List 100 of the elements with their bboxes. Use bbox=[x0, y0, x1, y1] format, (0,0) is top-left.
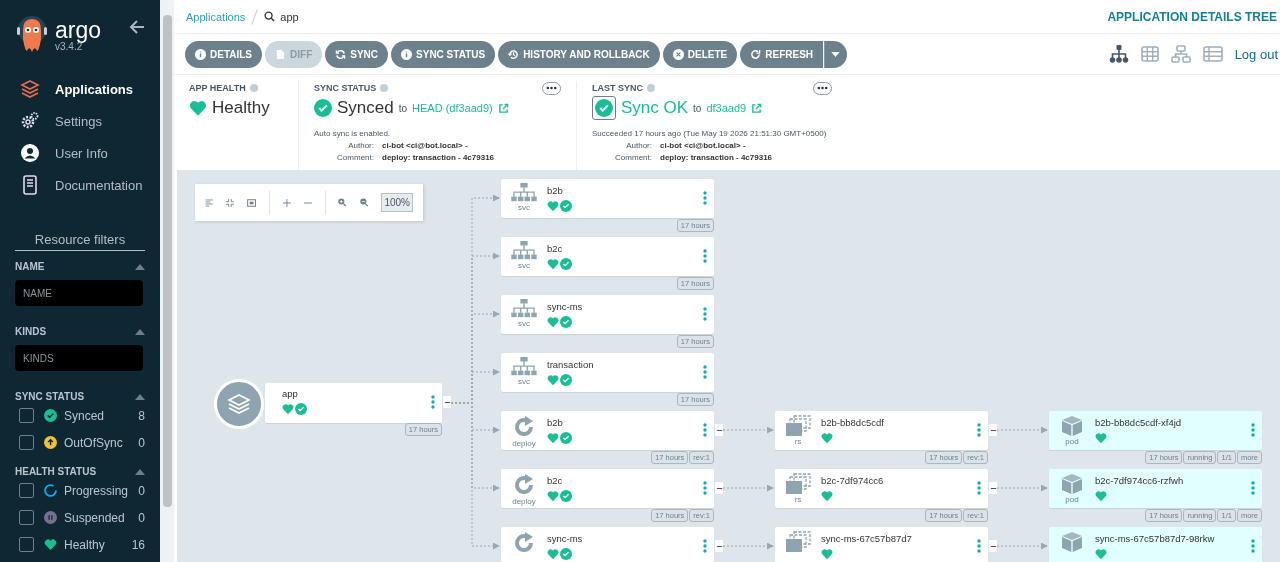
resource-node[interactable]: svc sync-ms bbox=[501, 295, 714, 334]
resource-node[interactable]: svc transaction bbox=[501, 353, 714, 392]
toolbar-button[interactable]: DETAILS bbox=[185, 40, 263, 68]
kind-label: deploy bbox=[512, 439, 536, 448]
resource-name: b2b-bb8dc5cdf bbox=[821, 417, 885, 428]
collapse-button[interactable] bbox=[989, 482, 997, 494]
stacked-boxes-icon bbox=[785, 415, 811, 437]
nav-item[interactable]: User Info bbox=[15, 141, 145, 165]
vertical-dots-icon bbox=[703, 307, 707, 321]
filter-count: 0 bbox=[138, 435, 145, 450]
resource-node[interactable]: pod b2c-7df974cc6-rzfwh bbox=[1049, 469, 1262, 508]
more-button[interactable] bbox=[813, 81, 832, 95]
close-circle-icon bbox=[672, 48, 684, 60]
filter-option-label: OutOfSync bbox=[64, 435, 124, 450]
zoom-level[interactable]: 100% bbox=[381, 193, 413, 212]
help-icon[interactable] bbox=[249, 84, 258, 92]
filter-count: 0 bbox=[138, 510, 145, 525]
connector-arrow bbox=[996, 542, 1048, 550]
filter-title: HEALTH STATUS bbox=[15, 466, 97, 477]
kind-label: svc bbox=[518, 319, 530, 328]
filter-input[interactable]: KINDS bbox=[15, 345, 143, 371]
toolbar-button[interactable]: SYNC bbox=[325, 40, 389, 68]
network-tree-icon bbox=[510, 357, 538, 377]
back-arrow-icon[interactable] bbox=[129, 19, 145, 35]
toolbar-button[interactable]: REFRESH bbox=[740, 40, 824, 68]
plus-icon[interactable] bbox=[283, 196, 291, 209]
caret-icon bbox=[831, 51, 841, 57]
resource-node[interactable]: svc b2b bbox=[501, 179, 714, 218]
logo-text: argo bbox=[55, 18, 102, 41]
resource-node[interactable]: svc b2c bbox=[501, 237, 714, 276]
collapse-button[interactable] bbox=[715, 540, 723, 552]
sync-icon bbox=[335, 48, 347, 60]
more-button[interactable] bbox=[542, 81, 561, 95]
vertical-dots-icon bbox=[977, 423, 981, 437]
author-value: ci-bot <ci@bot.local> - bbox=[382, 141, 468, 150]
checkbox[interactable] bbox=[19, 408, 34, 423]
stacked-boxes-icon bbox=[785, 531, 811, 553]
collapse-triangle-icon[interactable] bbox=[135, 328, 145, 335]
cube-icon bbox=[1061, 415, 1083, 437]
external-link-icon[interactable] bbox=[497, 102, 509, 114]
external-link-icon[interactable] bbox=[751, 102, 763, 114]
vertical-dots-icon bbox=[431, 395, 435, 409]
collapse-button[interactable] bbox=[989, 424, 997, 436]
logout-link[interactable]: Log out bbox=[1234, 46, 1278, 62]
nav-item[interactable]: Documentation bbox=[15, 173, 145, 197]
fit-screen-icon[interactable] bbox=[247, 196, 257, 209]
app-node-icon[interactable] bbox=[214, 379, 264, 429]
check-circle-icon bbox=[44, 409, 57, 422]
resource-node[interactable]: sync-ms-67c57b87d7-98rkw bbox=[1049, 527, 1262, 562]
checkbox[interactable] bbox=[19, 483, 34, 498]
collapse-triangle-icon[interactable] bbox=[135, 393, 145, 400]
collapse-triangle-icon[interactable] bbox=[135, 468, 145, 475]
ellipsis-icon bbox=[546, 86, 557, 90]
vertical-dots-icon bbox=[703, 423, 707, 437]
filter-count: 8 bbox=[138, 408, 145, 423]
dropdown-button[interactable] bbox=[824, 40, 848, 68]
nav-item[interactable]: Settings bbox=[15, 109, 145, 133]
connector-arrow bbox=[722, 484, 774, 492]
align-left-icon[interactable] bbox=[205, 196, 214, 209]
nav-item[interactable]: Applications bbox=[15, 77, 145, 101]
resource-name: transaction bbox=[547, 359, 595, 370]
toolbar-button[interactable]: DELETE bbox=[662, 40, 738, 68]
zoom-out-icon[interactable] bbox=[359, 196, 369, 209]
sync-status-text: Synced bbox=[337, 98, 394, 118]
compress-icon[interactable] bbox=[226, 196, 235, 209]
filters-title: Resource filters bbox=[15, 232, 145, 251]
collapse-button[interactable] bbox=[715, 482, 723, 494]
spinner-icon bbox=[44, 484, 57, 497]
resource-name: b2b bbox=[547, 417, 564, 428]
zoom-in-icon[interactable] bbox=[338, 196, 347, 209]
checkbox[interactable] bbox=[19, 537, 34, 552]
panel-title: APP HEALTH bbox=[189, 83, 246, 93]
filter-input[interactable]: NAME bbox=[15, 280, 143, 306]
resource-name: sync-ms bbox=[547, 301, 584, 312]
comment-value: deploy: transaction - 4c79316 bbox=[660, 153, 773, 162]
sync-status-text: Sync OK bbox=[621, 98, 689, 118]
collapse-button[interactable] bbox=[443, 396, 451, 408]
list-icon bbox=[1202, 46, 1223, 62]
kind-label: rs bbox=[794, 437, 802, 446]
file-icon bbox=[275, 48, 287, 60]
document-icon bbox=[20, 175, 40, 195]
help-icon[interactable] bbox=[380, 84, 389, 92]
scrollbar[interactable] bbox=[160, 0, 174, 562]
checkbox[interactable] bbox=[19, 510, 34, 525]
view-mode-button[interactable] bbox=[1108, 45, 1129, 63]
resource-name: b2c-7df974cc6 bbox=[821, 475, 885, 486]
collapse-triangle-icon[interactable] bbox=[135, 263, 145, 270]
toolbar-button[interactable]: HISTORY AND ROLLBACK bbox=[498, 40, 660, 68]
filter-count: 16 bbox=[131, 537, 145, 552]
checkbox[interactable] bbox=[19, 435, 34, 450]
resource-name: b2b bbox=[547, 185, 564, 196]
vertical-dots-icon bbox=[703, 539, 707, 553]
help-icon[interactable] bbox=[647, 84, 655, 92]
resource-node[interactable]: pod b2b-bb8dc5cdf-xf4jd bbox=[1049, 411, 1262, 450]
resource-name: b2c bbox=[547, 475, 564, 486]
comment-value: deploy: transaction - 4c79316 bbox=[382, 153, 495, 162]
collapse-button[interactable] bbox=[989, 540, 997, 552]
collapse-button[interactable] bbox=[715, 424, 723, 436]
toolbar-button[interactable]: SYNC STATUS bbox=[391, 40, 496, 68]
resource-name: b2c-7df974cc6-rzfwh bbox=[1095, 475, 1185, 486]
